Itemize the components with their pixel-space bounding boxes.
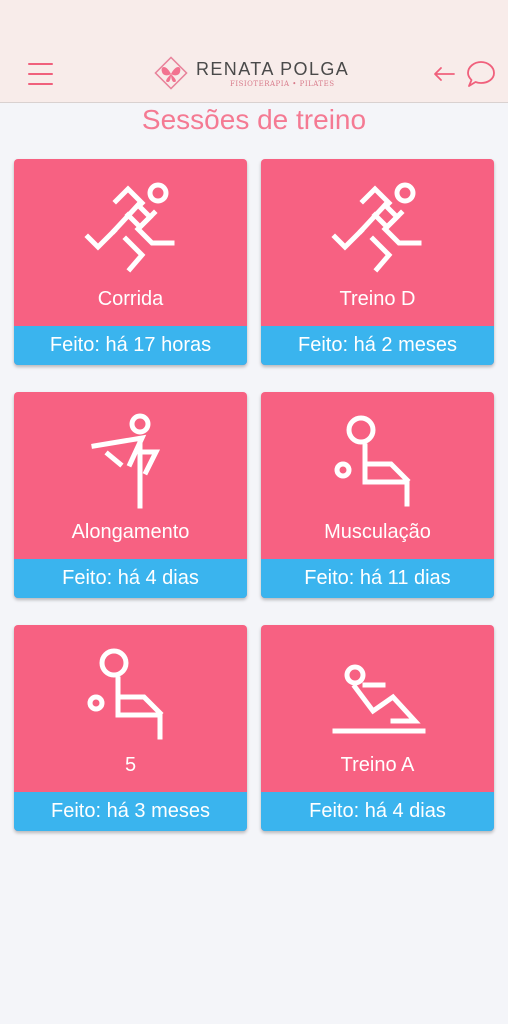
- runner-icon: [331, 182, 422, 273]
- session-label: Treino D: [339, 288, 416, 310]
- butterfly-logo-icon: [154, 56, 188, 90]
- session-label: 5: [124, 754, 137, 776]
- weightlifting-icon: [87, 648, 164, 740]
- session-status: Feito: há 17 horas: [14, 326, 247, 365]
- brand-logo: RENATA POLGA FISIOTERAPIA • PILATES: [152, 54, 362, 90]
- arrow-left-icon[interactable]: [432, 63, 456, 85]
- weightlifting-icon: [334, 415, 411, 507]
- floor-exercise-icon: [332, 664, 426, 734]
- session-status: Feito: há 4 dias: [14, 559, 247, 598]
- session-card-5[interactable]: 5 Feito: há 3 meses: [14, 625, 247, 831]
- page-title: Sessões de treino: [141, 104, 367, 135]
- session-card-alongamento[interactable]: Alongamento Feito: há 4 dias: [14, 392, 247, 598]
- stretching-icon: [91, 413, 161, 509]
- session-status: Feito: há 4 dias: [261, 792, 494, 831]
- session-card-treino-a[interactable]: Treino A Feito: há 4 dias: [261, 625, 494, 831]
- hamburger-menu-icon[interactable]: [28, 63, 54, 85]
- session-label: Treino A: [340, 754, 415, 776]
- session-card-treino-d[interactable]: Treino D Feito: há 2 meses: [261, 159, 494, 365]
- session-grid: Corrida Feito: há 17 horas Treino D Feit…: [14, 159, 494, 839]
- session-card-corrida[interactable]: Corrida Feito: há 17 horas: [14, 159, 247, 365]
- brand-name: RENATA POLGA: [196, 59, 350, 79]
- session-label: Corrida: [97, 288, 164, 310]
- app-header: RENATA POLGA FISIOTERAPIA • PILATES: [0, 0, 508, 103]
- session-status: Feito: há 2 meses: [261, 326, 494, 365]
- runner-icon: [84, 182, 175, 273]
- session-label: Alongamento: [71, 521, 190, 543]
- session-card-musculacao[interactable]: Musculação Feito: há 11 dias: [261, 392, 494, 598]
- session-status: Feito: há 11 dias: [261, 559, 494, 598]
- session-label: Musculação: [324, 521, 431, 543]
- chat-bubble-icon[interactable]: [466, 58, 496, 90]
- brand-tagline: FISIOTERAPIA • PILATES: [230, 80, 335, 88]
- session-status: Feito: há 3 meses: [14, 792, 247, 831]
